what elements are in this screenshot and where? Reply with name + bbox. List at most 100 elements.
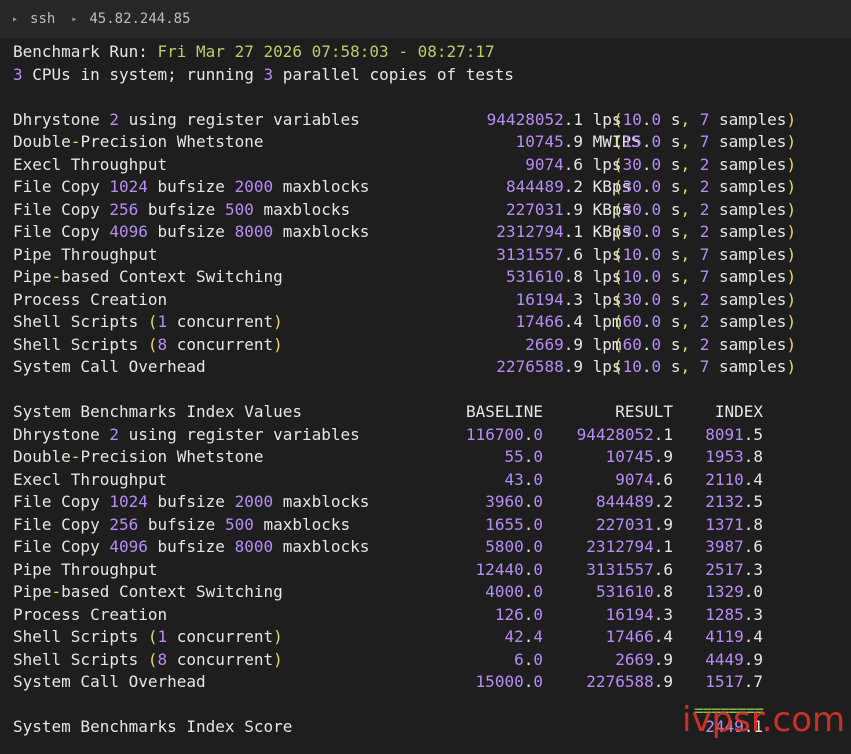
score-label: System Benchmarks Index Score (13, 717, 293, 736)
result-time-samples: (10.0 s, 7 samples) (613, 244, 797, 264)
index-value: 1371.8 (705, 514, 763, 534)
result-time-samples: (10.0 s, 7 samples) (613, 267, 797, 286)
result-time-samples: (30.0 s, 2 samples) (613, 222, 797, 241)
baseline-value: 4000.0 (485, 582, 543, 601)
test-name: Pipe-based Context Switching (13, 267, 283, 286)
breadcrumb-ssh[interactable]: ssh (30, 11, 55, 27)
test-name: Process Creation (13, 604, 168, 624)
result-row: Shell Scripts (1 concurrent) 17466.4 lpm(… (13, 311, 843, 334)
result-value: 2312794.1 (586, 537, 673, 556)
baseline-value: 12440.0 (475, 559, 543, 579)
index-value: 1953.8 (705, 447, 763, 466)
index-row: System Call Overhead 15000.0 2276588.9 1517… (13, 671, 843, 694)
baseline-value: 116700.0 (465, 424, 543, 444)
index-value: 1517.7 (705, 672, 763, 691)
header-index: INDEX (714, 402, 763, 421)
result-time-samples: (10.0 s, 7 samples) (613, 109, 797, 129)
terminal-titlebar: ▸ ssh ▸ 45.82.244.85 (0, 0, 851, 38)
index-row: File Copy 4096 bufsize 8000 maxblocks 580… (13, 536, 843, 559)
result-value: 227031.9 (505, 199, 583, 219)
test-name: Dhrystone 2 using register variables (13, 109, 360, 129)
result-value: 2312794.1 (496, 222, 583, 241)
test-name: System Call Overhead (13, 672, 206, 691)
test-name: File Copy 4096 bufsize 8000 maxblocks (13, 222, 370, 241)
index-row: Execl Throughput 43.0 9074.6 2110.4 (13, 469, 843, 492)
index-value: 4449.9 (705, 649, 763, 669)
result-row: System Call Overhead 2276588.9 lps (10.0 s… (13, 356, 843, 379)
index-row: Double-Precision Whetstone 55.0 10745.9 195… (13, 446, 843, 469)
test-name: Dhrystone 2 using register variables (13, 424, 360, 444)
test-name: Pipe Throughput (13, 244, 158, 264)
result-time-samples: (30.0 s, 2 samples) (613, 289, 797, 309)
index-value: 1285.3 (705, 604, 763, 624)
baseline-value: 5800.0 (485, 537, 543, 556)
test-name: File Copy 4096 bufsize 8000 maxblocks (13, 537, 370, 556)
index-value: 3987.6 (705, 537, 763, 556)
result-time-samples: (30.0 s, 2 samples) (613, 199, 797, 219)
result-row: Shell Scripts (8 concurrent) 2669.9 lpm (6… (13, 334, 843, 357)
index-value: 8091.5 (705, 424, 763, 444)
result-row: File Copy 4096 bufsize 8000 maxblocks 231… (13, 221, 843, 244)
test-name: Execl Throughput (13, 469, 168, 489)
index-row: Shell Scripts (1 concurrent) 42.4 17466.4 4… (13, 626, 843, 649)
index-value: 1329.0 (705, 582, 763, 601)
header-baseline: BASELINE (465, 402, 543, 421)
result-value: 10745.9 (605, 447, 673, 466)
result-time-samples: (60.0 s, 2 samples) (613, 334, 797, 354)
baseline-value: 15000.0 (475, 672, 543, 691)
result-value: 2669.9 (615, 649, 673, 669)
test-name: File Copy 1024 bufsize 2000 maxblocks (13, 492, 370, 511)
index-value: 4119.4 (705, 627, 763, 646)
result-row: File Copy 1024 bufsize 2000 maxblocks 844… (13, 176, 843, 199)
result-value: 9074.6 (615, 469, 673, 489)
test-name: Pipe-based Context Switching (13, 582, 283, 601)
result-value: 94428052.1 (486, 109, 583, 129)
baseline-value: 43.0 (504, 469, 543, 489)
result-value: 17466.4 (515, 312, 583, 331)
result-value: 17466.4 (605, 627, 673, 646)
benchmark-run-text: Benchmark Run: Fri Mar 27 2026 07:58:03 … (13, 42, 495, 61)
header-result: RESULT (615, 402, 673, 421)
test-name: File Copy 256 bufsize 500 maxblocks (13, 199, 351, 219)
result-value: 3131557.6 (586, 559, 673, 579)
result-value: 2276588.9 (496, 357, 583, 376)
baseline-value: 126.0 (494, 604, 543, 624)
test-name: Shell Scripts (1 concurrent) (13, 312, 283, 331)
benchmark-run-line: Benchmark Run: Fri Mar 27 2026 07:58:03 … (13, 41, 843, 64)
result-row: File Copy 256 bufsize 500 maxblocks 22703… (13, 199, 843, 222)
result-row: Pipe Throughput 3131557.6 lps (10.0 s, 7 s… (13, 244, 843, 267)
result-time-samples: (15.0 s, 7 samples) (613, 132, 797, 151)
baseline-value: 1655.0 (485, 514, 543, 534)
test-name: System Call Overhead (13, 357, 206, 376)
index-row: File Copy 1024 bufsize 2000 maxblocks 396… (13, 491, 843, 514)
terminal-output[interactable]: Benchmark Run: Fri Mar 27 2026 07:58:03 … (13, 41, 843, 739)
watermark-logo: ivpsr.com (682, 700, 846, 740)
result-value: 3131557.6 (496, 244, 583, 264)
test-name: File Copy 256 bufsize 500 maxblocks (13, 514, 351, 534)
test-name: Pipe Throughput (13, 559, 158, 579)
result-value: 16194.3 (515, 289, 583, 309)
breadcrumb-arrow-icon: ▸ (12, 13, 19, 25)
test-name: Shell Scripts (8 concurrent) (13, 334, 283, 354)
baseline-value: 6.0 (514, 649, 543, 669)
result-value: 531610.8 (595, 582, 673, 601)
index-value: 2517.3 (705, 559, 763, 579)
index-value: 2110.4 (705, 469, 763, 489)
test-name: Double-Precision Whetstone (13, 132, 264, 151)
test-name: Shell Scripts (1 concurrent) (13, 627, 283, 646)
cpu-info-line: 3 CPUs in system; running 3 parallel cop… (13, 64, 843, 87)
breadcrumb-host[interactable]: 45.82.244.85 (89, 11, 190, 27)
index-row: Pipe Throughput 12440.0 3131557.6 2517.3 (13, 559, 843, 582)
test-name: Process Creation (13, 289, 168, 309)
result-value: 2669.9 (525, 334, 583, 354)
baseline-value: 42.4 (504, 627, 543, 646)
result-time-samples: (60.0 s, 2 samples) (613, 312, 797, 331)
baseline-value: 55.0 (504, 447, 543, 466)
result-row: Execl Throughput 9074.6 lps (30.0 s, 2 sam… (13, 154, 843, 177)
result-value: 531610.8 (505, 267, 583, 286)
index-row: File Copy 256 bufsize 500 maxblocks 1655.… (13, 514, 843, 537)
baseline-value: 3960.0 (485, 492, 543, 511)
index-row: Pipe-based Context Switching 4000.0 531610… (13, 581, 843, 604)
